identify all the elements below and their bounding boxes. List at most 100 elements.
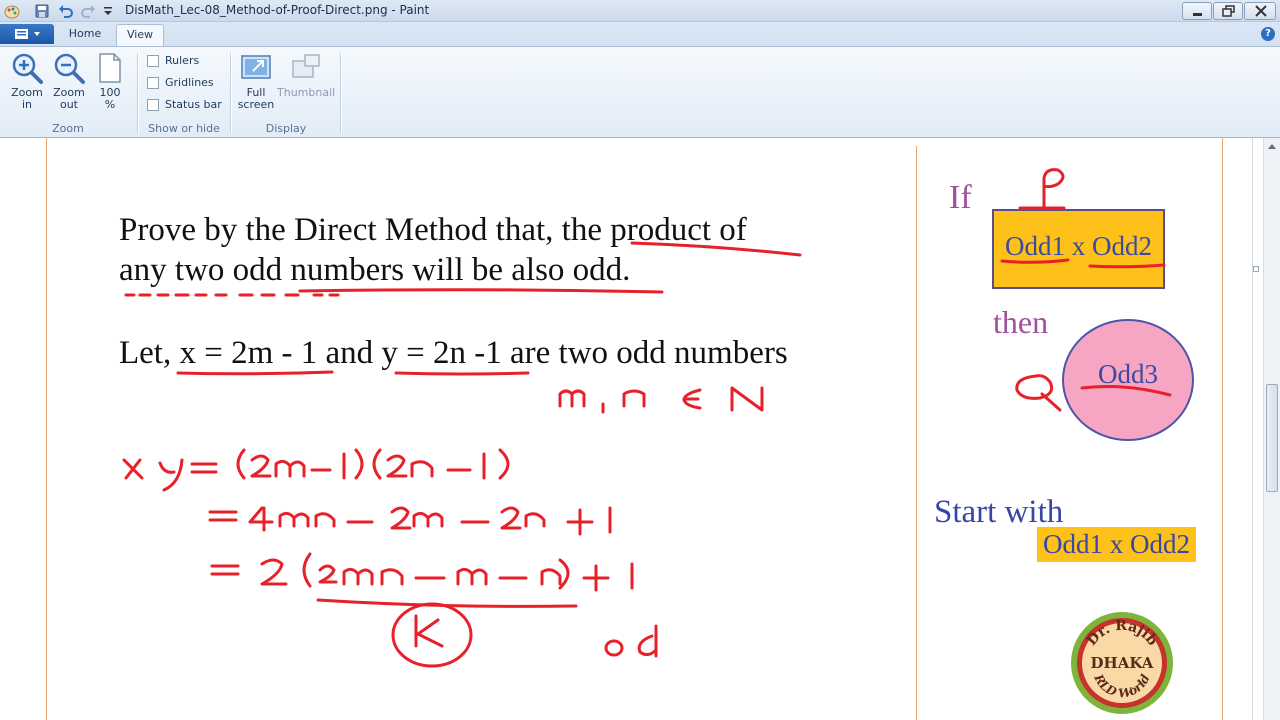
page-icon <box>99 53 121 83</box>
start-with-box-text: Odd1 x Odd2 <box>1043 529 1190 559</box>
group-label-display: Display <box>265 122 307 135</box>
group-separator <box>137 53 138 133</box>
canvas-area[interactable]: Prove by the Direct Method that, the pro… <box>0 138 1263 720</box>
zoom-100-label-2: % <box>104 98 116 111</box>
restore-icon <box>1222 5 1235 17</box>
close-icon <box>1255 5 1267 17</box>
if-label: If <box>949 179 972 216</box>
zoom-in-button[interactable]: Zoom in <box>8 51 46 111</box>
redo-icon[interactable] <box>80 3 96 19</box>
minimize-icon <box>1193 13 1202 16</box>
dr-rajib-logo-seal: Dr. Rajib DHAKA RLD World <box>1071 612 1173 714</box>
membership-N <box>730 386 764 412</box>
odd-product-box: Odd1 x Odd2 <box>992 209 1165 289</box>
window-title: DisMath_Lec-08_Method-of-Proof-Direct.pn… <box>125 3 430 17</box>
status-bar-checkbox[interactable]: Status bar <box>147 98 222 114</box>
step3-underbrace <box>316 598 578 608</box>
start-with-label: Start with <box>934 494 1064 530</box>
status-bar-label: Status bar <box>165 98 222 111</box>
full-screen-button[interactable]: Full screen <box>236 51 276 111</box>
step2-2 <box>390 506 412 530</box>
group-separator <box>230 53 231 133</box>
k-letter <box>414 614 444 648</box>
start-with-box: Odd1 x Odd2 <box>1037 527 1196 562</box>
underline-x-definition <box>176 370 334 376</box>
zoom-100-percent-button[interactable]: 100 % <box>92 51 128 111</box>
zoom-out-icon <box>54 53 85 84</box>
help-icon[interactable]: ? <box>1261 27 1275 41</box>
rulers-checkbox[interactable]: Rulers <box>147 54 199 70</box>
step2-n <box>314 512 336 528</box>
problem-statement-line-2: any two odd numbers will be also odd. <box>119 252 631 288</box>
gridlines-checkbox-box[interactable] <box>147 77 159 89</box>
quick-access-dropdown-icon[interactable] <box>100 3 116 19</box>
step3-plus <box>582 564 610 592</box>
paint-menu-button[interactable] <box>0 24 54 44</box>
rulers-label: Rulers <box>165 54 200 67</box>
step3-n2 <box>540 568 562 586</box>
k-circle <box>391 602 473 668</box>
membership-element <box>682 388 702 410</box>
zoom-out-label-2: out <box>59 98 78 111</box>
od-o <box>604 639 624 657</box>
close-button[interactable] <box>1244 2 1276 20</box>
gridlines-checkbox[interactable]: Gridlines <box>147 76 214 92</box>
membership-m <box>558 389 586 408</box>
odd-product-text: Odd1 x Odd2 <box>1005 231 1152 261</box>
gridlines-label: Gridlines <box>165 76 214 89</box>
thumbnail-icon <box>292 54 320 78</box>
odd3-circle: Odd3 <box>1062 319 1194 441</box>
slide-right-border <box>1222 138 1223 720</box>
step3-m <box>342 567 374 586</box>
step1-equals <box>190 462 218 474</box>
step2-n2 <box>524 512 546 528</box>
full-screen-label-2: screen <box>237 98 275 111</box>
step1-y <box>158 458 184 492</box>
q-annotation <box>1015 374 1062 412</box>
full-screen-icon <box>241 55 271 79</box>
step3-paren-open <box>302 552 312 588</box>
vertical-scrollbar[interactable] <box>1263 138 1280 720</box>
underline-y-definition <box>394 371 530 376</box>
tab-home[interactable]: Home <box>60 24 110 46</box>
thumbnail-button[interactable]: Thumbnail <box>277 51 335 99</box>
title-bar: DisMath_Lec-08_Method-of-Proof-Direct.pn… <box>0 0 1280 22</box>
step1-x <box>122 458 144 480</box>
step3-equals <box>210 564 240 576</box>
step1-paren-mid <box>354 448 382 480</box>
menu-icon <box>15 29 40 39</box>
step2-2b <box>500 506 522 530</box>
scrollbar-thumb[interactable] <box>1266 384 1278 492</box>
zoom-out-button[interactable]: Zoom out <box>50 51 88 111</box>
step1-paren-close <box>498 448 510 480</box>
ribbon-tab-bar: Home View <box>0 22 1280 46</box>
undo-icon[interactable] <box>58 3 74 19</box>
minimize-button[interactable] <box>1182 2 1212 20</box>
step3-2b <box>318 564 338 584</box>
step1-paren-open <box>236 448 246 480</box>
step2-plus <box>566 508 594 536</box>
rulers-checkbox-box[interactable] <box>147 55 159 67</box>
step3-2 <box>260 558 288 586</box>
step2-m2 <box>412 511 444 528</box>
canvas-edge <box>1252 138 1253 720</box>
group-label-zoom: Zoom <box>52 122 84 135</box>
membership-n <box>622 389 646 408</box>
restore-button[interactable] <box>1213 2 1243 20</box>
step2-m <box>278 511 310 528</box>
scroll-up-arrow-icon[interactable] <box>1264 138 1280 155</box>
group-label-show-or-hide: Show or hide <box>148 122 220 135</box>
step1-n <box>410 460 434 478</box>
p-annotation <box>1018 168 1066 211</box>
step1-2b <box>386 454 408 478</box>
step3-paren-close <box>558 558 570 590</box>
od-d <box>637 624 658 658</box>
canvas-resize-handle[interactable] <box>1253 266 1259 272</box>
status-bar-checkbox-box[interactable] <box>147 99 159 111</box>
step3-n <box>380 568 404 586</box>
tab-view[interactable]: View <box>116 24 164 46</box>
underline-problem-line2 <box>298 288 664 294</box>
ribbon-view-panel: Zoom in Zoom out 100 % Rulers Gridlines … <box>0 46 1280 138</box>
save-icon[interactable] <box>34 3 50 19</box>
zoom-in-label-2: in <box>21 98 33 111</box>
